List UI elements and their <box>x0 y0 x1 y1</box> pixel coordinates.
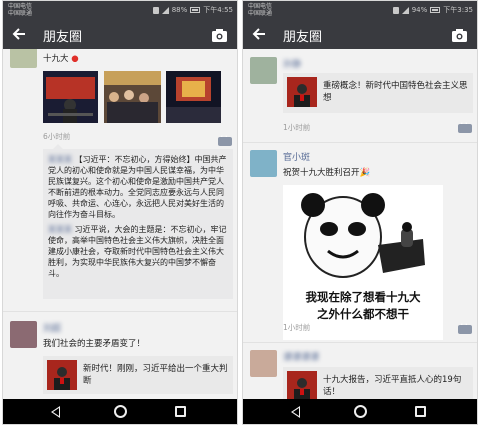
post-time: 1小时前 <box>283 123 311 132</box>
nav-home-icon[interactable] <box>354 405 367 418</box>
carrier-info: 中国电信 中国联通 <box>8 3 32 17</box>
article-title: 重磅概念！新时代中国特色社会主义思想 <box>323 81 468 103</box>
nav-home-icon[interactable] <box>114 405 127 418</box>
carrier-info: 中国电信 中国联通 <box>248 3 272 17</box>
back-arrow-icon[interactable] <box>251 26 267 42</box>
clock: 下午3:35 <box>443 6 473 14</box>
title-bar: 朋友圈 <box>3 19 237 49</box>
comment-section: 某某某 【习近平：不忘初心，方得始终】中国共产党人的初心和使命就是为中国人民谋幸… <box>43 144 233 299</box>
right-phone-screen: 中国电信 中国联通 94% 下午3:35 朋友圈 孙静 重磅概念！新时代中国特色… <box>242 0 478 425</box>
post-text-content: 十九大 <box>43 54 69 64</box>
system-nav-bar <box>243 399 477 424</box>
user-name[interactable]: 刘超 <box>43 321 61 334</box>
battery-percent: 88% <box>171 6 188 14</box>
battery-icon <box>430 7 441 13</box>
divider <box>243 342 477 343</box>
page-title: 朋友圈 <box>43 30 83 45</box>
article-thumbnail <box>287 77 317 107</box>
article-thumbnail <box>47 360 77 390</box>
carrier-top: 中国电信 <box>8 3 33 10</box>
divider <box>243 142 477 143</box>
moments-feed: 孙静 重磅概念！新时代中国特色社会主义思想 1小时前 官小斑 祝贺十九大胜利召开… <box>243 49 477 401</box>
sim-icon <box>152 6 159 14</box>
left-phone-screen: 中国电信 中国联通 88% 下午4:55 朋友圈 十九大 ● 6小时前 ·· 某… <box>2 0 238 425</box>
meme-caption-line2: 之外什么都不想干 <box>317 307 409 321</box>
carrier-bottom: 中国联通 <box>248 10 273 17</box>
carrier-top: 中国电信 <box>248 3 273 10</box>
status-icons: 94% 下午3:35 <box>392 5 473 15</box>
status-bar: 中国电信 中国联通 94% 下午3:35 <box>243 1 477 19</box>
nav-back-icon[interactable] <box>51 406 60 418</box>
nav-recents-icon[interactable] <box>175 406 186 417</box>
more-options-icon[interactable] <box>218 130 232 146</box>
avatar[interactable] <box>250 57 277 84</box>
post-text: 十九大 ● <box>43 53 233 65</box>
carrier-bottom: 中国联通 <box>8 10 33 17</box>
clock: 下午4:55 <box>203 6 233 14</box>
post-text: 祝贺十九大胜利召开🎉 <box>283 168 371 178</box>
comment-item[interactable]: 某某某 习近平说，大会的主题是：不忘初心，牢记使命，高举中国特色社会主义伟大旗帜… <box>48 224 228 279</box>
divider <box>3 311 237 312</box>
battery-percent: 94% <box>411 6 428 14</box>
commenter-name: 某某某 <box>48 155 72 164</box>
user-name[interactable]: 谭谭谭谭 <box>283 350 319 363</box>
title-bar: 朋友圈 <box>243 19 477 49</box>
battery-icon <box>190 7 201 13</box>
more-options-icon[interactable] <box>458 318 472 334</box>
meme-caption-line1: 我现在除了想看十九大 <box>305 290 421 304</box>
comment-text: 习近平说，大会的主题是：不忘初心，牢记使命，高举中国特色社会主义伟大旗帜，决胜全… <box>48 225 227 278</box>
sim-icon <box>392 6 399 14</box>
article-title: 新时代！刚刚，习近平给出一个重大判断 <box>83 364 228 386</box>
panda-face-illustration <box>283 185 443 285</box>
camera-icon[interactable] <box>212 27 227 42</box>
camera-icon[interactable] <box>452 27 467 42</box>
post-time: 1小时前 <box>283 323 311 332</box>
meme-image[interactable]: 我现在除了想看十九大 之外什么都不想干 <box>283 185 443 340</box>
article-title: 十九大报告，习近平直抵人心的19句话！ <box>323 375 462 397</box>
post-photo[interactable] <box>43 71 98 123</box>
page-title: 朋友圈 <box>283 30 323 45</box>
article-thumbnail <box>287 371 317 401</box>
nav-back-icon[interactable] <box>291 406 300 418</box>
commenter-name: 某某某 <box>48 225 72 234</box>
shared-article-card[interactable]: 重磅概念！新时代中国特色社会主义思想 <box>283 73 473 113</box>
status-bar: 中国电信 中国联通 88% 下午4:55 <box>3 1 237 19</box>
avatar[interactable] <box>10 321 37 348</box>
balloon-icon: ● <box>71 54 79 64</box>
post-text: 我们社会的主要矛盾变了！ <box>43 339 146 349</box>
shared-article-card[interactable]: 新时代！刚刚，习近平给出一个重大判断 <box>43 356 233 394</box>
moments-feed: 十九大 ● 6小时前 某某某 【习近平：不忘初心，方得始终】中国共产党人的初心和… <box>3 49 237 401</box>
post-time: 6小时前 <box>43 132 71 141</box>
comment-item[interactable]: 某某某 【习近平：不忘初心，方得始终】中国共产党人的初心和使命就是为中国人民谋幸… <box>48 154 228 220</box>
user-name[interactable]: 孙静 <box>283 57 301 70</box>
nav-recents-icon[interactable] <box>415 406 426 417</box>
signal-icon <box>401 6 409 14</box>
more-options-icon[interactable] <box>458 117 472 133</box>
avatar[interactable] <box>250 350 277 377</box>
post-photo[interactable] <box>166 71 221 123</box>
back-arrow-icon[interactable] <box>11 26 27 42</box>
user-name[interactable]: 官小斑 <box>283 150 310 163</box>
shared-article-card[interactable]: 十九大报告，习近平直抵人心的19句话！ <box>283 367 473 401</box>
status-icons: 88% 下午4:55 <box>152 5 233 15</box>
system-nav-bar <box>3 399 237 424</box>
comment-text: 【习近平：不忘初心，方得始终】中国共产党人的初心和使命就是为中国人民谋幸福，为中… <box>48 155 227 219</box>
post-photo[interactable] <box>104 71 161 123</box>
signal-icon <box>161 6 169 14</box>
avatar[interactable] <box>250 150 277 177</box>
avatar[interactable] <box>10 49 37 68</box>
